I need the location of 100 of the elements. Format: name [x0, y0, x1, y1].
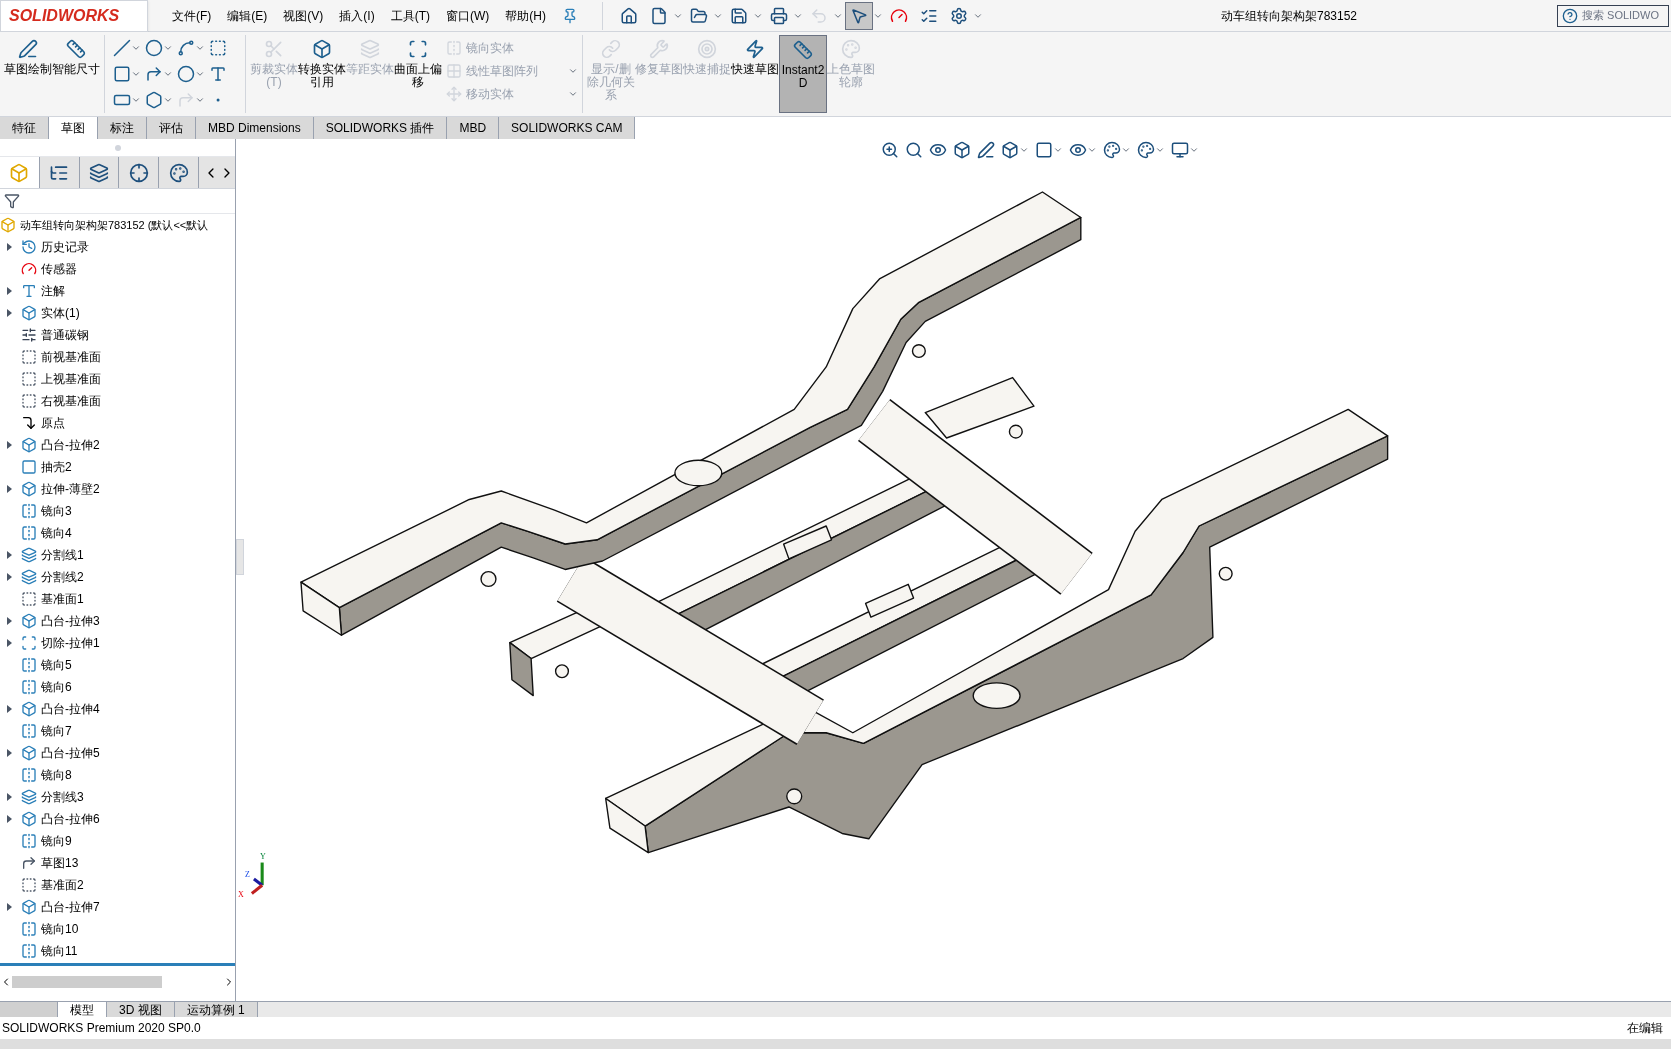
- tree-item-label[interactable]: 注解: [41, 282, 65, 300]
- scene-icon[interactable]: [1137, 141, 1155, 159]
- tree-item-label[interactable]: 原点: [41, 414, 65, 432]
- tree-item-label[interactable]: 历史记录: [41, 238, 89, 256]
- tree-item-label[interactable]: 镜向5: [41, 656, 72, 674]
- command-tab[interactable]: 特征: [0, 117, 49, 139]
- tree-item-label[interactable]: 镜向4: [41, 524, 72, 542]
- menu-item[interactable]: 插入(I): [339, 6, 375, 25]
- tree-item-label[interactable]: 凸台-拉伸2: [41, 436, 100, 454]
- menu-item[interactable]: 帮助(H): [505, 6, 546, 25]
- expand-arrow-icon[interactable]: [6, 309, 12, 317]
- tree-item-label[interactable]: 普通碳钢: [41, 326, 89, 344]
- caret-icon[interactable]: [1053, 145, 1063, 155]
- expand-arrow-icon[interactable]: [6, 485, 12, 493]
- model-tab[interactable]: 模型: [58, 1002, 107, 1017]
- select-pointer-icon[interactable]: [845, 1, 873, 30]
- tree-item-label[interactable]: 拉伸-薄壁2: [41, 480, 100, 498]
- caret-icon[interactable]: [195, 69, 205, 79]
- zoom-fit-icon[interactable]: [881, 141, 899, 159]
- model-tab[interactable]: 运动算例 1: [174, 1002, 258, 1017]
- ribbon-button[interactable]: 转换实体引用: [298, 35, 346, 113]
- ellipse-icon[interactable]: [177, 65, 195, 83]
- circle-icon[interactable]: [145, 39, 163, 57]
- menu-item[interactable]: 窗口(W): [446, 6, 490, 25]
- command-tab[interactable]: MBD Dimensions: [196, 117, 314, 139]
- expand-arrow-icon[interactable]: [6, 441, 12, 449]
- tree-item-label[interactable]: 传感器: [41, 260, 77, 278]
- display-style-icon[interactable]: [1035, 141, 1053, 159]
- tree-item-label[interactable]: 凸台-拉伸4: [41, 700, 100, 718]
- caret-icon[interactable]: [195, 95, 205, 105]
- menu-item[interactable]: 文件(F): [172, 6, 212, 25]
- expand-arrow-icon[interactable]: [6, 903, 12, 911]
- zoom-area-icon[interactable]: [905, 141, 923, 159]
- command-tab[interactable]: 评估: [147, 117, 196, 139]
- caret-icon[interactable]: [131, 95, 141, 105]
- caret-icon[interactable]: [131, 69, 141, 79]
- menu-item[interactable]: 编辑(E): [227, 6, 268, 25]
- text-icon[interactable]: [209, 65, 227, 83]
- caret-icon[interactable]: [568, 66, 578, 76]
- expand-arrow-icon[interactable]: [6, 639, 12, 647]
- ribbon-button[interactable]: 草图绘制: [4, 35, 52, 113]
- ribbon-button[interactable]: 智能尺寸: [52, 35, 100, 113]
- spline-icon[interactable]: [177, 39, 195, 57]
- expand-arrow-icon[interactable]: [6, 617, 12, 625]
- expand-arrow-icon[interactable]: [6, 705, 12, 713]
- caret-icon[interactable]: [1189, 145, 1199, 155]
- tree-root-label[interactable]: 动车组转向架构架783152 (默认<<默认: [20, 216, 209, 234]
- tree-item-label[interactable]: 上视基准面: [41, 370, 101, 388]
- tree-item-label[interactable]: 分割线3: [41, 788, 84, 806]
- expand-arrow-icon[interactable]: [6, 793, 12, 801]
- tree-item-label[interactable]: 镜向8: [41, 766, 72, 784]
- tree-item-label[interactable]: 镜向6: [41, 678, 72, 696]
- caret-icon[interactable]: [163, 69, 173, 79]
- command-tab[interactable]: SOLIDWORKS CAM: [499, 117, 636, 139]
- tree-item-label[interactable]: 右视基准面: [41, 392, 101, 410]
- tree-item-label[interactable]: 凸台-拉伸6: [41, 810, 100, 828]
- tree-item-label[interactable]: 镜向10: [41, 920, 79, 938]
- tree-item-label[interactable]: 镜向3: [41, 502, 72, 520]
- help-icon[interactable]: [1562, 7, 1578, 24]
- tree-item-label[interactable]: 凸台-拉伸3: [41, 612, 100, 630]
- ribbon-button[interactable]: 曲面上偏移: [394, 35, 442, 113]
- caret-icon[interactable]: [1155, 145, 1165, 155]
- menu-item[interactable]: 视图(V): [283, 6, 324, 25]
- tree-item-label[interactable]: 分割线2: [41, 568, 84, 586]
- tree-item-label[interactable]: 镜向9: [41, 832, 72, 850]
- view-orientation-icon[interactable]: [1001, 141, 1019, 159]
- expand-arrow-icon[interactable]: [6, 243, 12, 251]
- search-field[interactable]: 搜索 SOLIDWO: [1557, 4, 1669, 27]
- expand-arrow-icon[interactable]: [6, 287, 12, 295]
- tree-item-label[interactable]: 抽壳2: [41, 458, 72, 476]
- tree-item-label[interactable]: 前视基准面: [41, 348, 101, 366]
- polygon-icon[interactable]: [145, 91, 163, 109]
- command-tab[interactable]: 标注: [98, 117, 147, 139]
- hide-show-icon[interactable]: [1069, 141, 1087, 159]
- tree-item-label[interactable]: 切除-拉伸1: [41, 634, 100, 652]
- caret-icon[interactable]: [1121, 145, 1131, 155]
- panel-collapse-handle[interactable]: [236, 539, 244, 575]
- tree-item-label[interactable]: 镜向11: [41, 942, 78, 960]
- tree-item-label[interactable]: 凸台-拉伸5: [41, 744, 100, 762]
- command-tab[interactable]: MBD: [447, 117, 500, 139]
- pin-icon[interactable]: [562, 7, 578, 24]
- menu-item[interactable]: 工具(T): [390, 6, 430, 25]
- expand-arrow-icon[interactable]: [6, 573, 12, 581]
- horizontal-scrollbar[interactable]: [12, 976, 162, 988]
- splitter-handle[interactable]: [114, 144, 121, 151]
- ribbon-button[interactable]: 快速草图: [731, 35, 779, 113]
- caret-icon[interactable]: [568, 89, 578, 99]
- tree-item-label[interactable]: 基准面1: [41, 590, 84, 608]
- view-settings-icon[interactable]: [1171, 141, 1189, 159]
- caret-icon[interactable]: [163, 95, 173, 105]
- filter-icon[interactable]: [4, 193, 20, 209]
- tree-item-label[interactable]: 分割线1: [41, 546, 84, 564]
- tree-item-label[interactable]: 镜向7: [41, 722, 72, 740]
- tree-item-label[interactable]: 草图13: [41, 854, 79, 872]
- expand-arrow-icon[interactable]: [6, 815, 12, 823]
- expand-arrow-icon[interactable]: [6, 749, 12, 757]
- caret-icon[interactable]: [1019, 145, 1029, 155]
- tree-item-label[interactable]: 基准面2: [41, 876, 84, 894]
- dashed-square-icon[interactable]: [209, 39, 227, 57]
- command-tab[interactable]: SOLIDWORKS 插件: [313, 117, 448, 139]
